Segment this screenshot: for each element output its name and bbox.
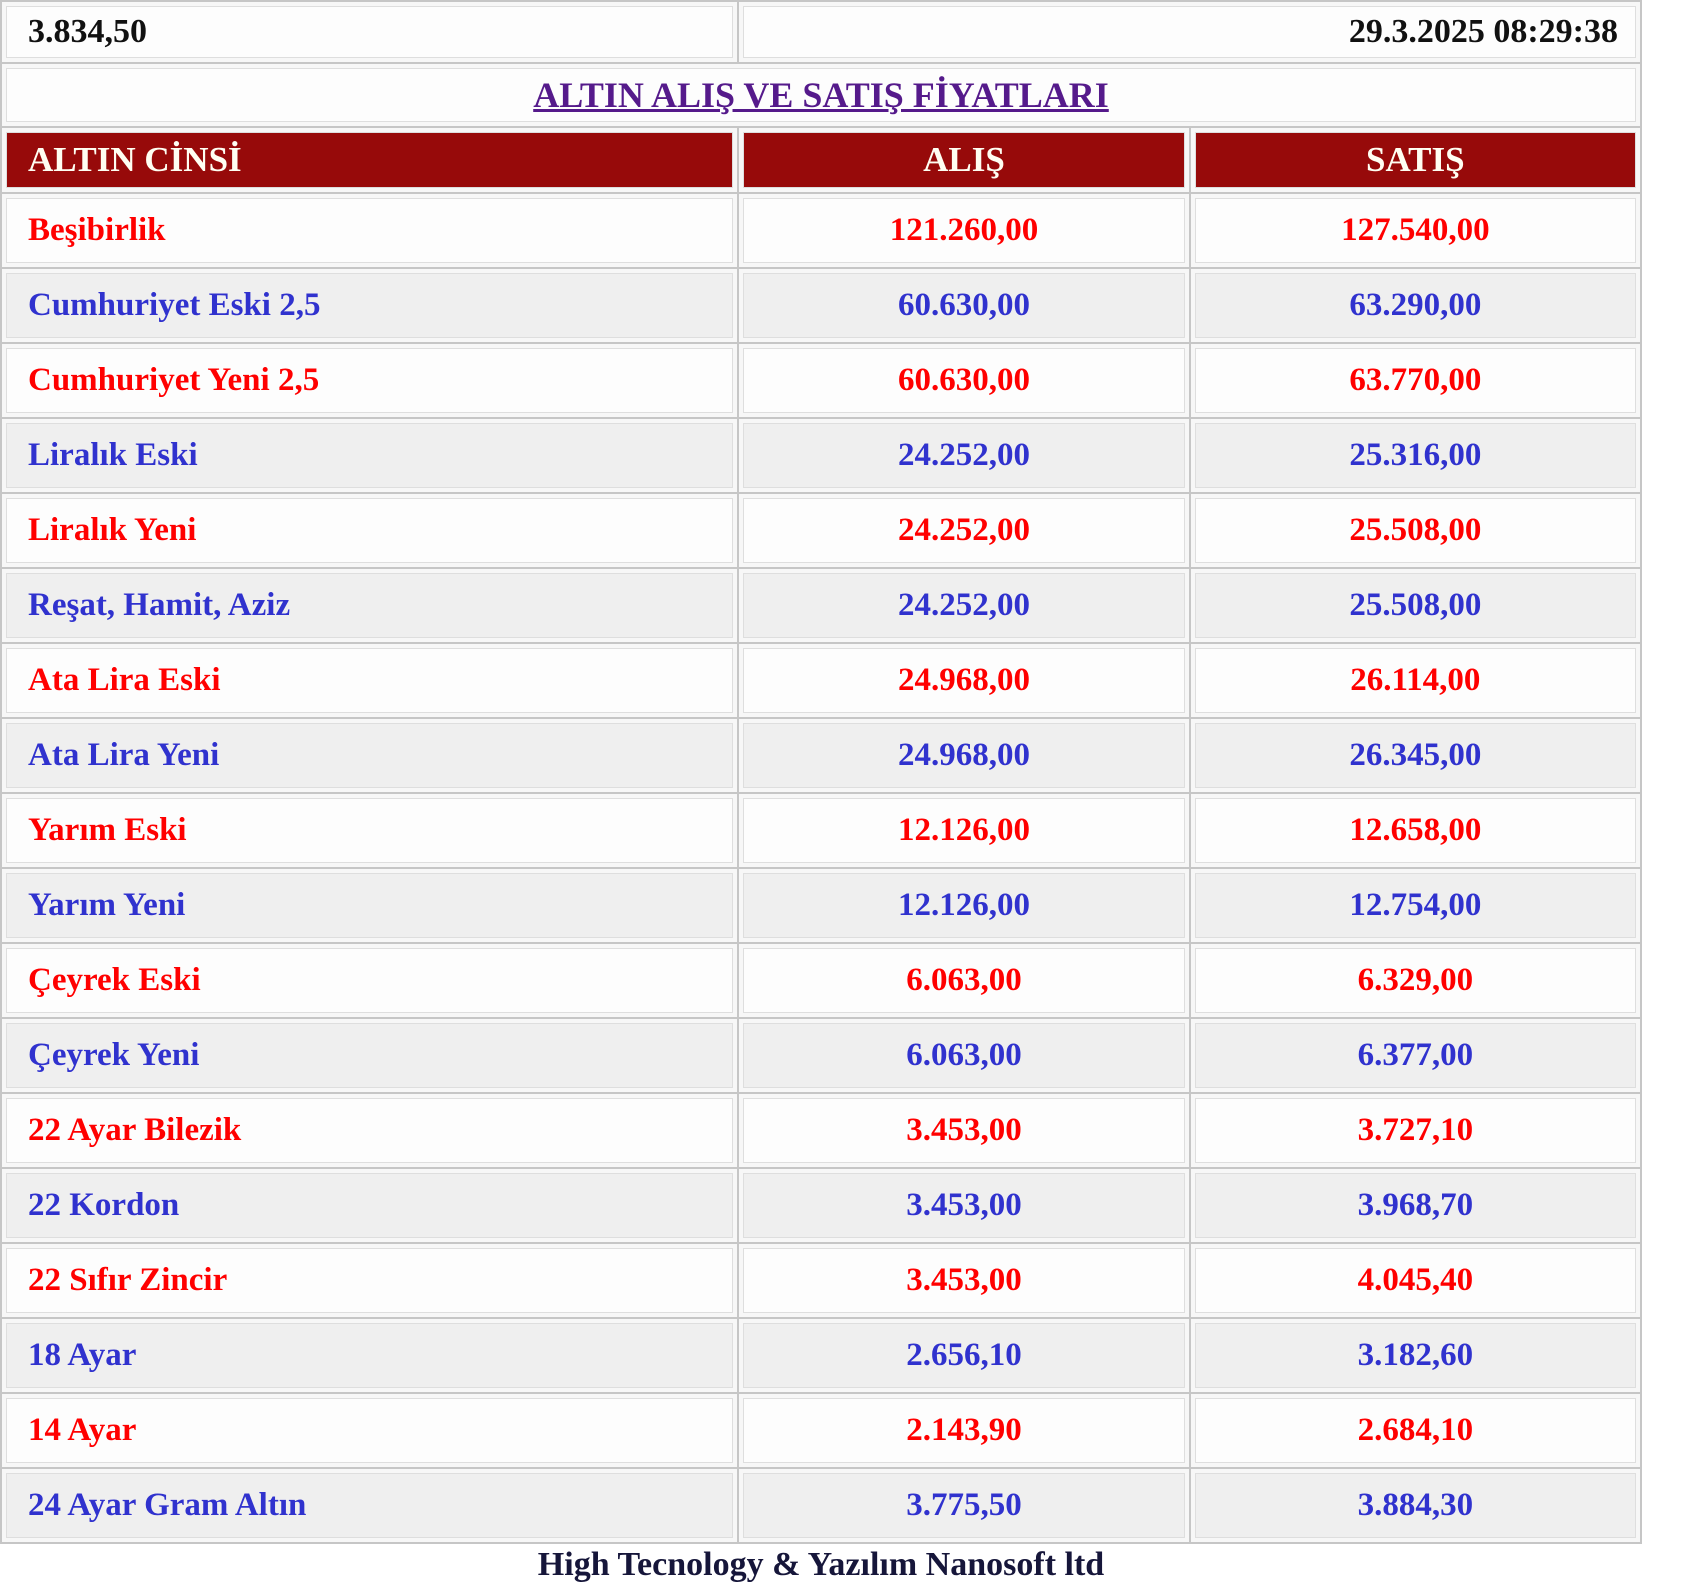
title-cell: ALTIN ALIŞ VE SATIŞ FİYATLARI [2, 64, 1640, 126]
price-row: Yarım Yeni 12.126,00 12.754,00 [2, 869, 1640, 942]
price-row: Çeyrek Eski 6.063,00 6.329,00 [2, 944, 1640, 1017]
gold-type-cell: 24 Ayar Gram Altın [2, 1469, 737, 1542]
sell-price-cell: 2.684,10 [1191, 1394, 1640, 1467]
buy-price-cell: 3.453,00 [739, 1169, 1188, 1242]
buy-price-cell: 3.453,00 [739, 1094, 1188, 1167]
column-header-buy: ALIŞ [739, 128, 1188, 192]
price-row: Reşat, Hamit, Aziz 24.252,00 25.508,00 [2, 569, 1640, 642]
gold-price-screen: { "header_bar": { "gram_price": "3.834,5… [0, 0, 1682, 1555]
buy-price-cell: 24.252,00 [739, 569, 1188, 642]
sell-price-cell: 25.508,00 [1191, 494, 1640, 567]
sell-price-cell: 3.968,70 [1191, 1169, 1640, 1242]
column-header-sell: SATIŞ [1191, 128, 1640, 192]
gold-type-cell: Ata Lira Eski [2, 644, 737, 717]
price-row: Çeyrek Yeni 6.063,00 6.377,00 [2, 1019, 1640, 1092]
gold-type-cell: Cumhuriyet Eski 2,5 [2, 269, 737, 342]
gold-type-cell: Liralık Yeni [2, 494, 737, 567]
price-row: Liralık Eski 24.252,00 25.316,00 [2, 419, 1640, 492]
buy-price-cell: 24.252,00 [739, 419, 1188, 492]
price-row: Ata Lira Eski 24.968,00 26.114,00 [2, 644, 1640, 717]
page-title-link[interactable]: ALTIN ALIŞ VE SATIŞ FİYATLARI [533, 75, 1109, 115]
price-row: 18 Ayar 2.656,10 3.182,60 [2, 1319, 1640, 1392]
sell-price-cell: 25.508,00 [1191, 569, 1640, 642]
price-row: Cumhuriyet Yeni 2,5 60.630,00 63.770,00 [2, 344, 1640, 417]
gold-type-cell: 14 Ayar [2, 1394, 737, 1467]
sell-price-cell: 6.329,00 [1191, 944, 1640, 1017]
price-row: Yarım Eski 12.126,00 12.658,00 [2, 794, 1640, 867]
title-row: ALTIN ALIŞ VE SATIŞ FİYATLARI [2, 64, 1640, 126]
price-row: 22 Ayar Bilezik 3.453,00 3.727,10 [2, 1094, 1640, 1167]
buy-price-cell: 3.775,50 [739, 1469, 1188, 1542]
datetime-value: 29.3.2025 08:29:38 [739, 2, 1640, 62]
buy-price-cell: 12.126,00 [739, 794, 1188, 867]
buy-price-cell: 24.968,00 [739, 719, 1188, 792]
column-header-gold-type: ALTIN CİNSİ [2, 128, 737, 192]
gold-type-cell: 18 Ayar [2, 1319, 737, 1392]
sell-price-cell: 3.727,10 [1191, 1094, 1640, 1167]
buy-price-cell: 2.656,10 [739, 1319, 1188, 1392]
gold-type-cell: Ata Lira Yeni [2, 719, 737, 792]
sell-price-cell: 4.045,40 [1191, 1244, 1640, 1317]
buy-price-cell: 6.063,00 [739, 1019, 1188, 1092]
gold-type-cell: Çeyrek Eski [2, 944, 737, 1017]
sell-price-cell: 26.345,00 [1191, 719, 1640, 792]
price-row: Liralık Yeni 24.252,00 25.508,00 [2, 494, 1640, 567]
sell-price-cell: 12.754,00 [1191, 869, 1640, 942]
gold-type-cell: Cumhuriyet Yeni 2,5 [2, 344, 737, 417]
gold-price-table: 3.834,50 29.3.2025 08:29:38 ALTIN ALIŞ V… [0, 0, 1642, 1544]
gold-type-cell: Reşat, Hamit, Aziz [2, 569, 737, 642]
buy-price-cell: 12.126,00 [739, 869, 1188, 942]
gold-type-cell: 22 Ayar Bilezik [2, 1094, 737, 1167]
sell-price-cell: 6.377,00 [1191, 1019, 1640, 1092]
footer-credit: High Tecnology & Yazılım Nanosoft ltd [0, 1546, 1642, 1584]
buy-price-cell: 60.630,00 [739, 269, 1188, 342]
sell-price-cell: 127.540,00 [1191, 194, 1640, 267]
price-row: Beşibirlik 121.260,00 127.540,00 [2, 194, 1640, 267]
price-row: 24 Ayar Gram Altın 3.775,50 3.884,30 [2, 1469, 1640, 1542]
sell-price-cell: 3.884,30 [1191, 1469, 1640, 1542]
sell-price-cell: 63.770,00 [1191, 344, 1640, 417]
gold-type-cell: Beşibirlik [2, 194, 737, 267]
buy-price-cell: 2.143,90 [739, 1394, 1188, 1467]
gold-type-cell: 22 Sıfır Zincir [2, 1244, 737, 1317]
info-bar: 3.834,50 29.3.2025 08:29:38 [2, 2, 1640, 62]
sell-price-cell: 25.316,00 [1191, 419, 1640, 492]
gold-type-cell: Liralık Eski [2, 419, 737, 492]
price-row: Ata Lira Yeni 24.968,00 26.345,00 [2, 719, 1640, 792]
buy-price-cell: 121.260,00 [739, 194, 1188, 267]
gold-type-cell: Yarım Eski [2, 794, 737, 867]
gold-type-cell: 22 Kordon [2, 1169, 737, 1242]
sell-price-cell: 12.658,00 [1191, 794, 1640, 867]
buy-price-cell: 60.630,00 [739, 344, 1188, 417]
price-row: 22 Kordon 3.453,00 3.968,70 [2, 1169, 1640, 1242]
price-row: 22 Sıfır Zincir 3.453,00 4.045,40 [2, 1244, 1640, 1317]
buy-price-cell: 6.063,00 [739, 944, 1188, 1017]
gold-type-cell: Yarım Yeni [2, 869, 737, 942]
price-row: 14 Ayar 2.143,90 2.684,10 [2, 1394, 1640, 1467]
buy-price-cell: 3.453,00 [739, 1244, 1188, 1317]
buy-price-cell: 24.252,00 [739, 494, 1188, 567]
gold-type-cell: Çeyrek Yeni [2, 1019, 737, 1092]
column-header-row: ALTIN CİNSİ ALIŞ SATIŞ [2, 128, 1640, 192]
sell-price-cell: 63.290,00 [1191, 269, 1640, 342]
sell-price-cell: 3.182,60 [1191, 1319, 1640, 1392]
price-row: Cumhuriyet Eski 2,5 60.630,00 63.290,00 [2, 269, 1640, 342]
gram-price-value: 3.834,50 [2, 2, 737, 62]
sell-price-cell: 26.114,00 [1191, 644, 1640, 717]
buy-price-cell: 24.968,00 [739, 644, 1188, 717]
